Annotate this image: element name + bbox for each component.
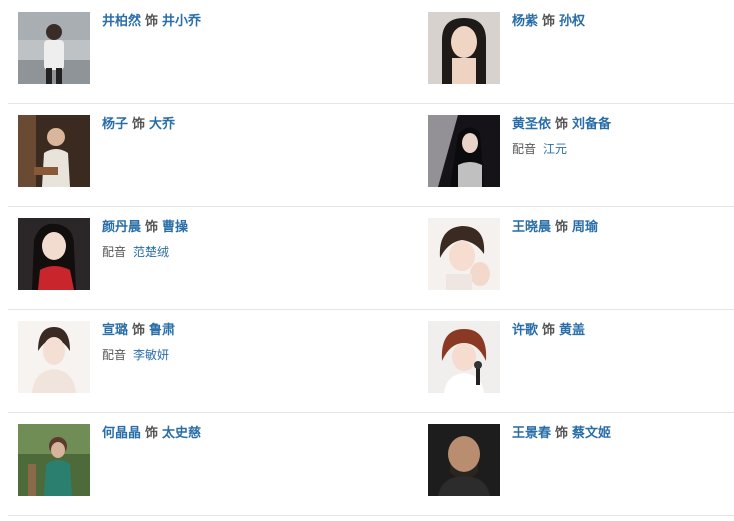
cast-row: 颜丹晨饰曹操 配音 范楚绒 王晓晨饰周瑜 [8, 206, 734, 310]
actor-name-link[interactable]: 许歌 [512, 323, 538, 338]
actor-name-link[interactable]: 宣璐 [102, 323, 128, 338]
role-line: 黄圣依饰刘备备 [512, 115, 734, 135]
cast-item: 王景春饰蔡文姬 [418, 412, 734, 514]
as-label: 饰 [145, 426, 159, 441]
as-label: 饰 [555, 220, 569, 235]
cast-item: 井柏然饰井小乔 [8, 0, 368, 102]
cast-info: 杨紫饰孙权 [512, 12, 734, 32]
cast-item: 宣璐饰鲁肃 配音 李敏妍 [8, 309, 368, 411]
actor-name-link[interactable]: 杨紫 [512, 14, 538, 29]
cast-item: 何晶晶饰太史慈 [8, 412, 368, 514]
voice-actor-link[interactable]: 范楚绒 [133, 245, 169, 259]
voice-label: 配音 [102, 245, 127, 259]
role-line: 许歌饰黄盖 [512, 321, 734, 341]
character-name-link[interactable]: 太史慈 [162, 426, 201, 441]
cast-info: 王晓晨饰周瑜 [512, 218, 734, 238]
character-name-link[interactable]: 鲁肃 [149, 323, 175, 338]
cast-row: 井柏然饰井小乔 杨紫饰孙权 [8, 0, 734, 104]
role-line: 何晶晶饰太史慈 [102, 424, 362, 444]
voice-line: 配音 江元 [512, 140, 734, 158]
as-label: 饰 [555, 426, 569, 441]
as-label: 饰 [145, 14, 159, 29]
cast-info: 颜丹晨饰曹操 配音 范楚绒 [102, 218, 362, 261]
actor-name-link[interactable]: 黄圣依 [512, 117, 551, 132]
voice-label: 配音 [512, 142, 537, 156]
cast-info: 井柏然饰井小乔 [102, 12, 362, 32]
cast-row: 宣璐饰鲁肃 配音 李敏妍 许歌饰黄盖 [8, 309, 734, 413]
actor-name-link[interactable]: 王晓晨 [512, 220, 551, 235]
as-label: 饰 [542, 323, 556, 338]
role-line: 井柏然饰井小乔 [102, 12, 362, 32]
cast-list: 井柏然饰井小乔 杨紫饰孙权 杨子 饰 大乔 黄圣依 饰 刘备备 配音 江元 颜丹… [0, 0, 734, 521]
cast-item: 黄圣依饰刘备备 配音 江元 [418, 103, 734, 205]
actor-photo[interactable] [18, 12, 90, 84]
voice-actor-link[interactable]: 李敏妍 [133, 348, 169, 362]
as-label: 饰 [132, 117, 146, 132]
role-line: 王晓晨饰周瑜 [512, 218, 734, 238]
actor-photo[interactable] [428, 218, 500, 290]
actor-photo[interactable] [428, 12, 500, 84]
actor-name-link[interactable]: 杨子 [102, 117, 128, 132]
character-name-link[interactable]: 曹操 [162, 220, 188, 235]
cast-info: 许歌饰黄盖 [512, 321, 734, 341]
actor-photo[interactable] [18, 115, 90, 187]
voice-actor-link[interactable]: 江元 [543, 142, 567, 156]
character-name-link[interactable]: 大乔 [149, 117, 175, 132]
cast-item: 杨紫饰孙权 [418, 0, 734, 102]
voice-line: 配音 李敏妍 [102, 346, 362, 364]
cast-item: 许歌饰黄盖 [418, 309, 734, 411]
cast-row: 何晶晶饰太史慈 王景春饰蔡文姬 [8, 412, 734, 516]
cast-info: 宣璐饰鲁肃 配音 李敏妍 [102, 321, 362, 364]
cast-info: 何晶晶饰太史慈 [102, 424, 362, 444]
actor-photo[interactable] [428, 115, 500, 187]
actor-name-link[interactable]: 颜丹晨 [102, 220, 141, 235]
role-line: 杨紫饰孙权 [512, 12, 734, 32]
cast-info: 王景春饰蔡文姬 [512, 424, 734, 444]
character-name-link[interactable]: 刘备备 [572, 117, 611, 132]
character-name-link[interactable]: 周瑜 [572, 220, 598, 235]
actor-name-link[interactable]: 王景春 [512, 426, 551, 441]
character-name-link[interactable]: 井小乔 [162, 14, 201, 29]
as-label: 饰 [145, 220, 159, 235]
actor-photo[interactable] [428, 321, 500, 393]
role-line: 杨子饰大乔 [102, 115, 362, 135]
actor-photo[interactable] [18, 321, 90, 393]
character-name-link[interactable]: 孙权 [559, 14, 585, 29]
as-label: 饰 [555, 117, 569, 132]
actor-photo[interactable] [18, 218, 90, 290]
as-label: 饰 [132, 323, 146, 338]
actor-name-link[interactable]: 井柏然 [102, 14, 141, 29]
actor-photo[interactable] [428, 424, 500, 496]
character-name-link[interactable]: 蔡文姬 [572, 426, 611, 441]
voice-label: 配音 [102, 348, 127, 362]
cast-item: 杨子饰大乔 [8, 103, 368, 205]
cast-info: 黄圣依饰刘备备 配音 江元 [512, 115, 734, 158]
cast-info: 杨子饰大乔 [102, 115, 362, 135]
role-line: 宣璐饰鲁肃 [102, 321, 362, 341]
cast-row: 杨子饰大乔 黄圣依饰刘备备 配音 江元 [8, 103, 734, 207]
cast-item: 颜丹晨饰曹操 配音 范楚绒 [8, 206, 368, 308]
cast-item: 王晓晨饰周瑜 [418, 206, 734, 308]
character-name-link[interactable]: 黄盖 [559, 323, 585, 338]
voice-line: 配音 范楚绒 [102, 243, 362, 261]
role-line: 颜丹晨饰曹操 [102, 218, 362, 238]
as-label: 饰 [542, 14, 556, 29]
actor-photo[interactable] [18, 424, 90, 496]
role-line: 王景春饰蔡文姬 [512, 424, 734, 444]
actor-name-link[interactable]: 何晶晶 [102, 426, 141, 441]
